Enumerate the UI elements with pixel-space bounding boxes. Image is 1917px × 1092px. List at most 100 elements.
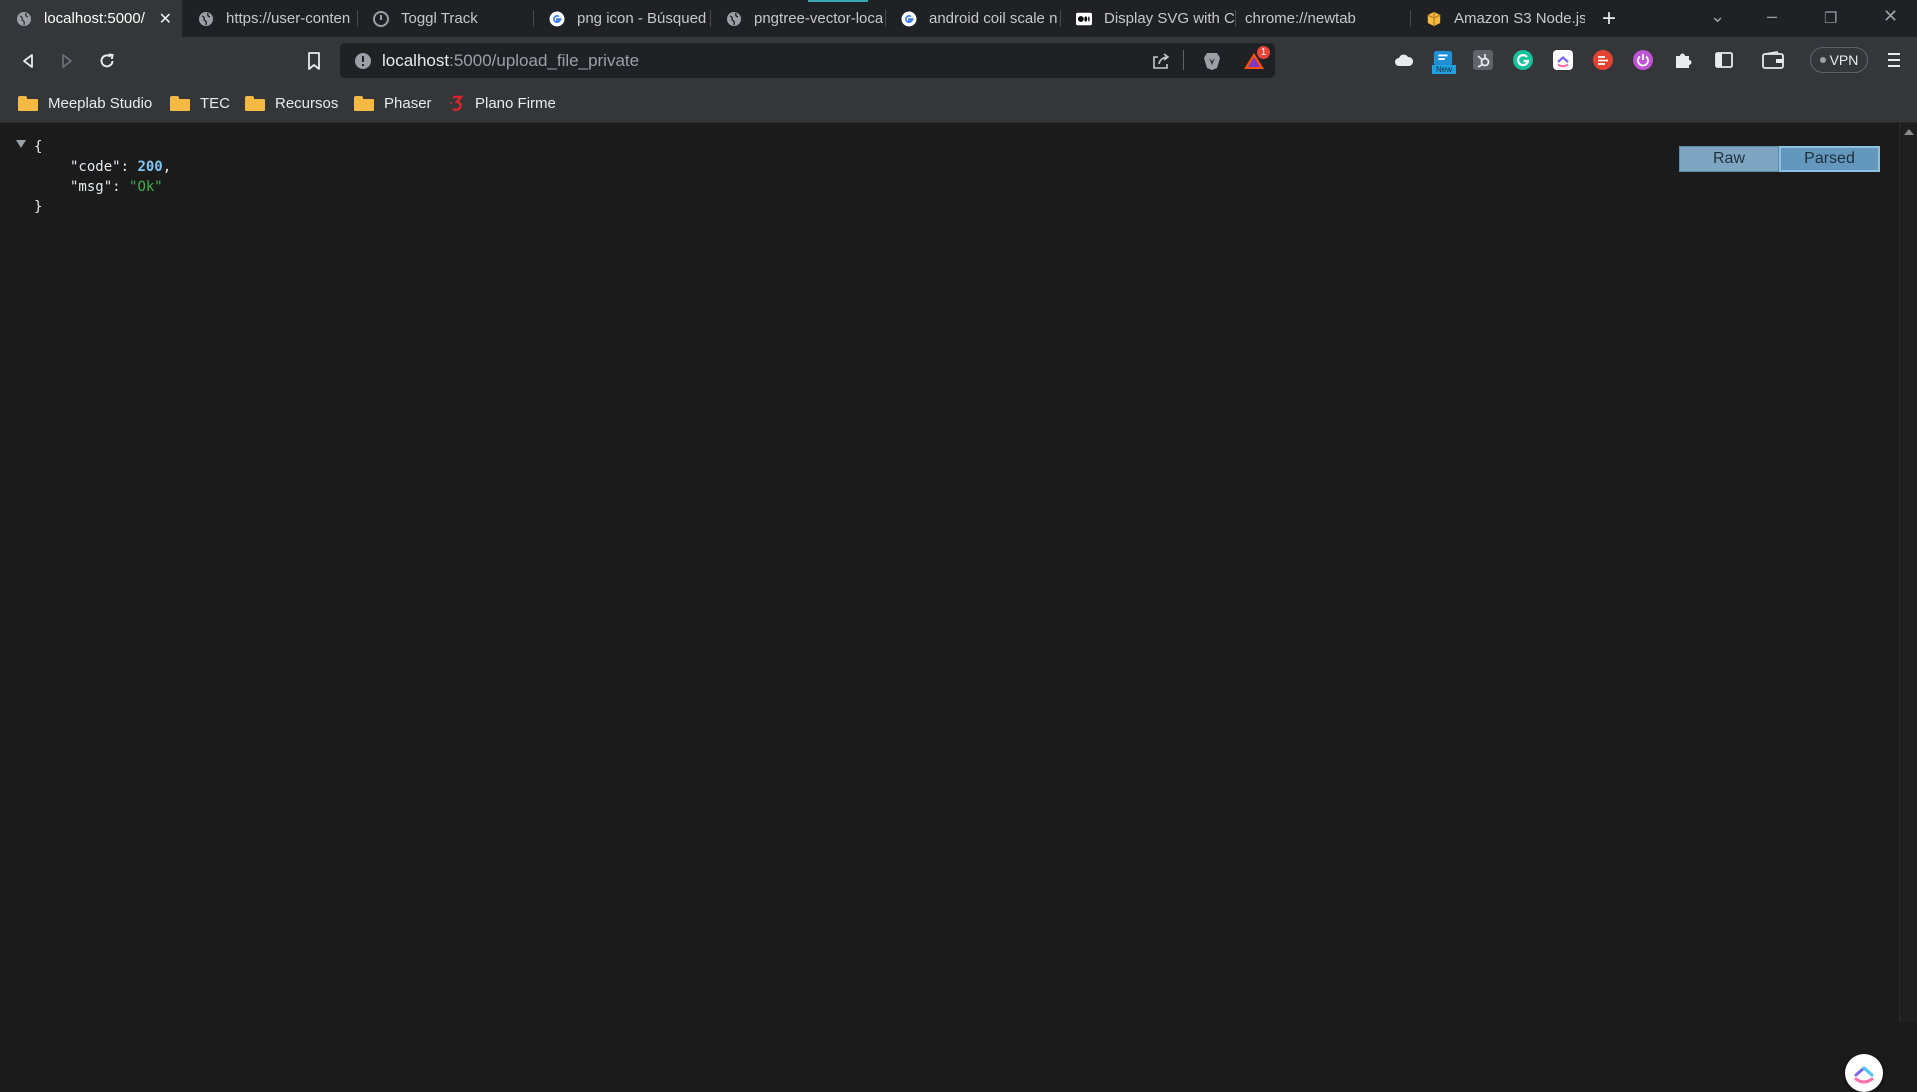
grammarly-extension-icon[interactable] [1512,49,1534,71]
forward-button[interactable] [53,47,81,75]
url-host: localhost [382,50,450,70]
tab-strip: localhost:5000/ ✕ https://user-conten To… [0,0,1917,37]
json-value-number: 200 [137,159,163,175]
folder-icon [354,95,374,111]
tab-title: https://user-conten [226,10,351,27]
tab-amazon-s3[interactable]: Amazon S3 Node.js [1410,0,1585,37]
tab-user-content[interactable]: https://user-conten [182,0,357,37]
json-entry-code: "code": 200, [70,159,172,175]
raw-button[interactable]: Raw [1679,146,1779,172]
tab-title: png icon - Búsqued [577,10,707,27]
globe-icon [16,11,32,27]
json-close-brace: } [34,199,43,215]
close-tab-icon[interactable]: ✕ [159,9,172,29]
google-icon [549,11,565,27]
tab-title: chrome://newtab [1245,10,1356,27]
tab-android-coil[interactable]: android coil scale n [885,0,1060,37]
address-bar[interactable]: localhost:5000/upload_file_private 1 [340,43,1275,78]
vpn-label: VPN [1829,52,1859,68]
bookmark-label: Recursos [275,94,339,112]
back-arrow-icon [23,54,33,68]
bookmark-button[interactable] [300,47,328,75]
json-value-string: "Ok" [129,179,163,195]
bookmark-meeplab-studio[interactable]: Meeplab Studio [18,91,152,115]
share-icon[interactable] [1148,47,1174,74]
bookmark-icon [308,52,320,70]
tab-localhost[interactable]: localhost:5000/ ✕ [0,0,182,37]
plano-firme-icon [449,94,465,112]
bookmark-label: TEC [200,94,230,112]
omnibox-divider [1183,50,1184,70]
aws-box-icon [1426,11,1442,27]
tab-search-chevron-icon[interactable]: ⌄ [1710,6,1725,27]
restore-button[interactable]: ❐ [1824,9,1837,27]
collapse-toggle-icon[interactable] [16,140,26,148]
extension-new-badge: New [1432,65,1456,74]
folder-icon [18,95,38,111]
rewards-badge: 1 [1257,46,1270,59]
url-path: :5000/upload_file_private [449,50,640,70]
tab-title: localhost:5000/ [44,10,145,27]
folder-icon [170,95,190,111]
tab-title: Display SVG with C [1104,10,1235,27]
parsed-button[interactable]: Parsed [1779,146,1880,172]
folder-icon [245,95,265,111]
browser-toolbar: localhost:5000/upload_file_private 1 New [0,37,1917,84]
bookmark-label: Phaser [384,94,432,112]
todoist-extension-icon[interactable] [1592,49,1614,71]
power-extension-icon[interactable] [1632,49,1654,71]
reload-icon [100,53,114,68]
hubspot-extension-icon[interactable] [1472,49,1494,71]
json-entry-msg: "msg": "Ok" [70,179,163,195]
minimize-button[interactable]: – [1767,6,1777,27]
cloud-extension-icon[interactable] [1393,49,1415,71]
back-button[interactable] [14,47,42,75]
tab-title: Toggl Track [401,10,478,27]
stylus-extension-icon[interactable]: New [1432,45,1456,75]
clickup-extension-icon[interactable] [1552,49,1574,71]
scroll-up-arrow-icon[interactable] [1904,129,1914,135]
tab-display-svg[interactable]: Display SVG with C [1060,0,1235,37]
json-comma: , [162,159,172,175]
json-key: "code" [70,159,121,175]
json-open-brace: { [34,139,43,155]
bookmark-plano-firme[interactable]: Plano Firme [449,91,556,115]
wallet-icon[interactable] [1762,49,1784,71]
vpn-button[interactable]: VPN [1810,47,1868,73]
bookmarks-bar: Meeplab Studio TEC Recursos Phaser Plano… [0,84,1917,123]
view-mode-switch: Raw Parsed [1679,146,1880,172]
clickup-floating-button[interactable] [1845,1054,1883,1092]
close-window-button[interactable]: ✕ [1883,6,1898,27]
google-icon [901,11,917,27]
reload-button[interactable] [93,47,121,75]
vpn-status-dot-icon [1819,57,1826,63]
globe-icon [198,11,214,27]
bookmark-tec[interactable]: TEC [170,91,230,115]
bookmark-label: Plano Firme [475,94,556,112]
tab-title: pngtree-vector-loca [754,10,884,27]
json-viewer: { "code": 200, "msg": "Ok" } Raw Parsed [0,123,1899,1092]
medium-icon [1076,11,1092,27]
menu-icon[interactable] [1883,49,1905,71]
tab-title: Amazon S3 Node.js [1454,10,1585,27]
new-tab-button[interactable]: + [1602,5,1616,33]
bookmark-label: Meeplab Studio [48,94,153,112]
tab-newtab[interactable]: chrome://newtab [1235,0,1410,37]
bookmark-recursos[interactable]: Recursos [245,91,338,115]
json-key: "msg" [70,179,113,195]
vertical-scrollbar[interactable] [1899,123,1917,1022]
extensions-puzzle-icon[interactable] [1672,49,1694,71]
forward-arrow-icon [62,54,72,68]
bookmark-phaser[interactable]: Phaser [354,91,432,115]
brave-rewards-icon[interactable]: 1 [1238,46,1270,74]
brave-shields-icon[interactable] [1198,47,1226,74]
toggl-icon [373,10,389,27]
site-info-icon[interactable] [354,52,372,70]
tab-title: android coil scale n [929,10,1058,27]
tab-pngtree[interactable]: pngtree-vector-loca [710,0,885,37]
tab-google-png-icon[interactable]: png icon - Búsqued [533,0,710,37]
globe-icon [726,11,742,27]
clickup-logo-icon [1854,1066,1874,1084]
tab-toggl[interactable]: Toggl Track [357,0,533,37]
sidebar-toggle-icon[interactable] [1713,49,1735,71]
